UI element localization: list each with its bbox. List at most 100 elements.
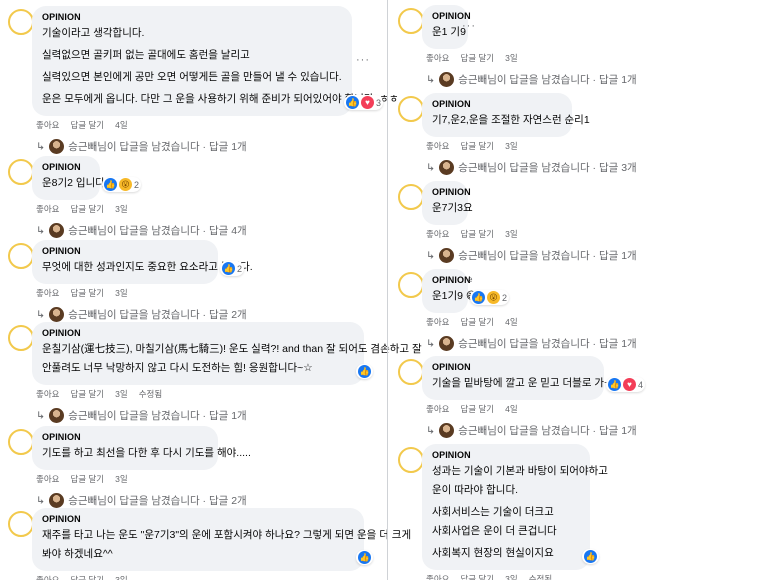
comment-timestamp[interactable]: 4일 (505, 403, 518, 415)
commenter-avatar[interactable] (8, 511, 34, 537)
comment-author[interactable]: OPINION (432, 187, 471, 197)
comment-timestamp[interactable]: 3일 (505, 52, 518, 64)
commenter-avatar[interactable] (398, 447, 424, 473)
comment-timestamp[interactable]: 3일 (115, 287, 128, 299)
comment-text-line: 운칠기삼(運七技三), 마칠기삼(馬七騎三)! 운도 실력?! and than… (42, 343, 422, 355)
comment-timestamp[interactable]: 4일 (115, 119, 128, 131)
comment-timestamp[interactable]: 3일 (505, 140, 518, 152)
comment-timestamp[interactable]: 3일 (505, 228, 518, 240)
view-replies-link[interactable]: ↳ 승근빼님이 답글을 남겼습니다 · 답글 2개 (36, 493, 247, 508)
reply-link[interactable]: 답글 달기 (70, 203, 104, 215)
comment-timestamp[interactable]: 3일 (115, 574, 128, 580)
comment-timestamp[interactable]: 3일 (505, 573, 518, 580)
comment-bubble: OPINION 운칠기삼(運七技三), 마칠기삼(馬七騎三)! 운도 실력?! a… (32, 322, 422, 385)
view-replies-link[interactable]: ↳ 승근빼님이 답글을 남겼습니다 · 답글 1개 (426, 423, 637, 438)
comment-timestamp[interactable]: 3일 (115, 473, 128, 485)
commenter-avatar[interactable] (398, 8, 424, 34)
view-replies-link[interactable]: ↳ 승근빼님이 답글을 남겼습니다 · 답글 4개 (36, 223, 247, 238)
view-replies-link[interactable]: ↳ 승근빼님이 답글을 남겼습니다 · 답글 3개 (426, 160, 637, 175)
reply-link[interactable]: 답글 달기 (70, 388, 104, 400)
comment-text-line: 운1 기9 (432, 26, 466, 38)
view-replies-link[interactable]: ↳ 승근빼님이 답글을 남겼습니다 · 답글 1개 (36, 408, 247, 423)
view-replies-link[interactable]: ↳ 승근빼님이 답글을 남겼습니다 · 답글 1개 (426, 72, 637, 87)
commenter-avatar[interactable] (398, 272, 424, 298)
reaction-summary[interactable]: 👍 ♥ 4 (606, 377, 646, 392)
reply-link[interactable]: 답글 달기 (460, 52, 494, 64)
like-icon: 👍 (346, 96, 359, 109)
comment-timestamp[interactable]: 3일 (115, 388, 128, 400)
wow-icon: 😮 (487, 291, 500, 304)
reply-link[interactable]: 답글 달기 (70, 473, 104, 485)
more-options-icon[interactable]: ··· (356, 54, 370, 66)
like-link[interactable]: 좋아요 (426, 316, 449, 328)
commenter-avatar[interactable] (398, 184, 424, 210)
comment-author[interactable]: OPINION (42, 246, 208, 256)
reply-link[interactable]: 답글 달기 (460, 140, 494, 152)
comment-author[interactable]: OPINION (432, 450, 580, 460)
comment-author[interactable]: OPINION (432, 275, 471, 285)
comment-author[interactable]: OPINION (432, 362, 594, 372)
like-link[interactable]: 좋아요 (36, 388, 59, 400)
like-link[interactable]: 좋아요 (36, 287, 59, 299)
reply-summary-text: 승근빼님이 답글을 남겼습니다 · 답글 4개 (68, 225, 247, 237)
commenter-avatar[interactable] (8, 9, 34, 35)
love-icon: ♥ (623, 378, 636, 391)
reply-link[interactable]: 답글 달기 (70, 119, 104, 131)
comment-author[interactable]: OPINION (42, 328, 354, 338)
comment-actions: 좋아요 답글 달기 4일 (36, 119, 128, 131)
reply-link[interactable]: 답글 달기 (460, 573, 494, 580)
like-link[interactable]: 좋아요 (36, 473, 59, 485)
commenter-avatar[interactable] (8, 243, 34, 269)
like-link[interactable]: 좋아요 (36, 574, 59, 580)
comment-author[interactable]: OPINION (42, 432, 208, 442)
reaction-count: 3 (376, 97, 382, 108)
reply-summary-text: 승근빼님이 답글을 남겼습니다 · 답글 2개 (68, 495, 247, 507)
like-link[interactable]: 좋아요 (426, 228, 449, 240)
reply-summary-text: 승근빼님이 답글을 남겼습니다 · 답글 1개 (458, 338, 637, 350)
like-link[interactable]: 좋아요 (426, 403, 449, 415)
reply-link[interactable]: 답글 달기 (70, 574, 104, 580)
like-link[interactable]: 좋아요 (426, 140, 449, 152)
reply-link[interactable]: 답글 달기 (460, 316, 494, 328)
reaction-count: 2 (134, 179, 140, 190)
view-replies-link[interactable]: ↳ 승근빼님이 답글을 남겼습니다 · 답글 1개 (36, 139, 247, 154)
comment-text-line: 안풀려도 너무 낙망하지 않고 다시 도전하는 힘! 응원합니다~☆ (42, 362, 313, 374)
reply-link[interactable]: 답글 달기 (460, 403, 494, 415)
reaction-summary[interactable]: 👍 (356, 550, 373, 565)
commenter-avatar[interactable] (398, 359, 424, 385)
commenter-avatar[interactable] (8, 325, 34, 351)
reply-arrow-icon: ↳ (36, 141, 46, 153)
more-options-icon[interactable]: ··· (462, 20, 476, 32)
like-link[interactable]: 좋아요 (36, 203, 59, 215)
reaction-summary[interactable]: 👍 ♥ 3 (344, 95, 384, 110)
view-replies-link[interactable]: ↳ 승근빼님이 답글을 남겼습니다 · 답글 1개 (426, 336, 637, 351)
reaction-summary[interactable]: 👍 2 (220, 261, 245, 276)
comment-author[interactable]: OPINION (432, 99, 562, 109)
commenter-avatar[interactable] (398, 96, 424, 122)
commenter-avatar[interactable] (8, 159, 34, 185)
like-link[interactable]: 좋아요 (426, 573, 449, 580)
commenter-avatar[interactable] (8, 429, 34, 455)
like-link[interactable]: 좋아요 (36, 119, 59, 131)
reaction-summary[interactable]: 👍 😮 2 (470, 290, 510, 305)
like-link[interactable]: 좋아요 (426, 52, 449, 64)
like-icon: 👍 (472, 291, 485, 304)
comment-author[interactable]: OPINION (42, 514, 354, 524)
comment-text-line: 기술을 밑바탕에 깔고 운 믿고 더블로 가~^^ (432, 377, 621, 389)
comment-author[interactable]: OPINION (432, 11, 471, 21)
view-replies-link[interactable]: ↳ 승근빼님이 답글을 남겼습니다 · 답글 2개 (36, 307, 247, 322)
comment-tag: e (468, 275, 473, 284)
comment-author[interactable]: OPINION (42, 12, 342, 22)
reply-summary-text: 승근빼님이 답글을 남겼습니다 · 답글 1개 (458, 425, 637, 437)
comment-timestamp[interactable]: 4일 (505, 316, 518, 328)
left-comment-column: OPINION 기술이라고 생각합니다. 실력없으면 골키퍼 없는 골대에도 홈런을… (0, 0, 422, 580)
comment-timestamp[interactable]: 3일 (115, 203, 128, 215)
reply-link[interactable]: 답글 달기 (460, 228, 494, 240)
view-replies-link[interactable]: ↳ 승근빼님이 답글을 남겼습니다 · 답글 1개 (426, 248, 637, 263)
comment-author[interactable]: OPINION (42, 162, 90, 172)
reaction-summary[interactable]: 👍 (356, 364, 373, 379)
reply-link[interactable]: 답글 달기 (70, 287, 104, 299)
replier-avatar (49, 223, 65, 238)
reaction-summary[interactable]: 👍 (582, 549, 599, 564)
reaction-summary[interactable]: 👍 😮 2 (102, 177, 142, 192)
